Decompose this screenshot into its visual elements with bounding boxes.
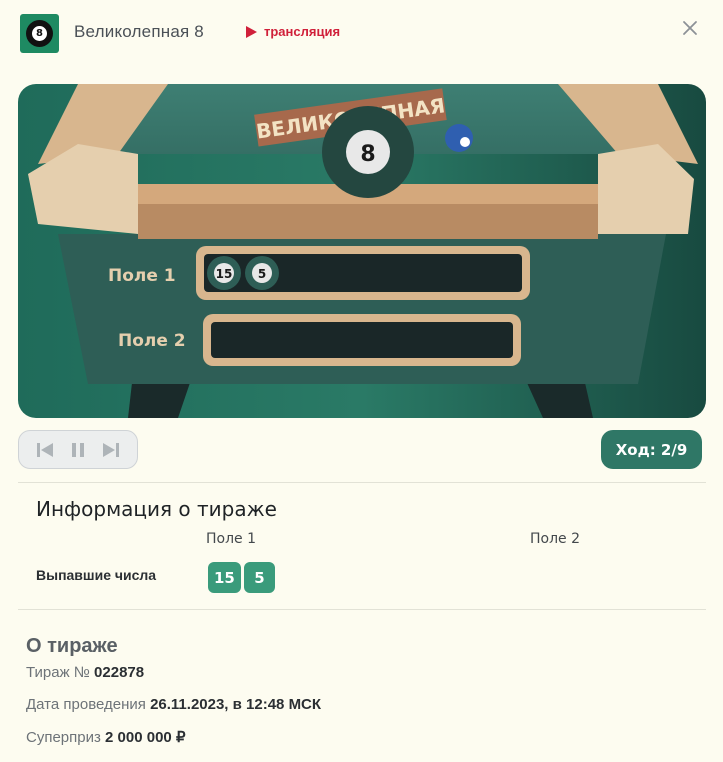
divider — [18, 482, 706, 483]
drawn-number: 5 — [244, 562, 275, 593]
drawn-number: 15 — [208, 562, 241, 593]
pause-button[interactable] — [67, 439, 89, 461]
close-icon — [683, 21, 697, 35]
stage-ball-15: 15 — [216, 267, 233, 281]
playback-controls — [18, 430, 138, 469]
superprize-value: 2 000 000 ₽ — [105, 729, 186, 746]
field2-header: Поле 2 — [530, 531, 581, 547]
draw-info-title: Информация о тираже — [36, 497, 277, 521]
drawn-numbers-label: Выпавшие числа — [36, 567, 157, 583]
logo-number: 8 — [32, 26, 47, 41]
stage-field2-label: Поле 2 — [118, 331, 186, 351]
skip-forward-icon — [102, 442, 119, 457]
about-draw-title: О тираже — [26, 635, 118, 657]
skip-back-button[interactable] — [34, 439, 56, 461]
draw-number-label: Тираж № — [26, 664, 90, 681]
superprize-row: Суперприз 2 000 000 ₽ — [26, 728, 186, 746]
pool-table-scene: ВЕЛИКОЛЕПНАЯ 8 Поле 1 15 5 Поле 2 — [18, 84, 706, 418]
close-button[interactable] — [680, 18, 700, 38]
skip-back-icon — [37, 442, 54, 457]
game-logo: 8 — [20, 14, 59, 53]
pause-icon — [71, 442, 84, 457]
game-stage: ВЕЛИКОЛЕПНАЯ 8 Поле 1 15 5 Поле 2 — [18, 84, 706, 418]
field1-header: Поле 1 — [206, 531, 257, 547]
draw-date-value: 26.11.2023, в 12:48 МСК — [150, 696, 322, 713]
game-title: Великолепная 8 — [74, 22, 204, 41]
live-broadcast-link[interactable]: трансляция — [246, 24, 340, 39]
draw-date-row: Дата проведения 26.11.2023, в 12:48 МСК — [26, 696, 321, 713]
draw-number-row: Тираж № 022878 — [26, 664, 144, 681]
superprize-label: Суперприз — [26, 729, 101, 746]
draw-number-value: 022878 — [94, 664, 145, 681]
stage-ball-5: 5 — [258, 267, 266, 281]
divider — [18, 609, 706, 610]
play-icon — [246, 25, 257, 38]
stage-logo-number: 8 — [360, 142, 375, 167]
move-counter: Ход: 2/9 — [601, 430, 702, 469]
skip-forward-button[interactable] — [100, 439, 122, 461]
live-label: трансляция — [264, 24, 341, 39]
stage-field1-label: Поле 1 — [108, 266, 176, 286]
header: 8 Великолепная 8 трансляция — [0, 0, 723, 66]
draw-date-label: Дата проведения — [26, 696, 146, 713]
pool-ball-8-icon: 8 — [26, 20, 53, 47]
